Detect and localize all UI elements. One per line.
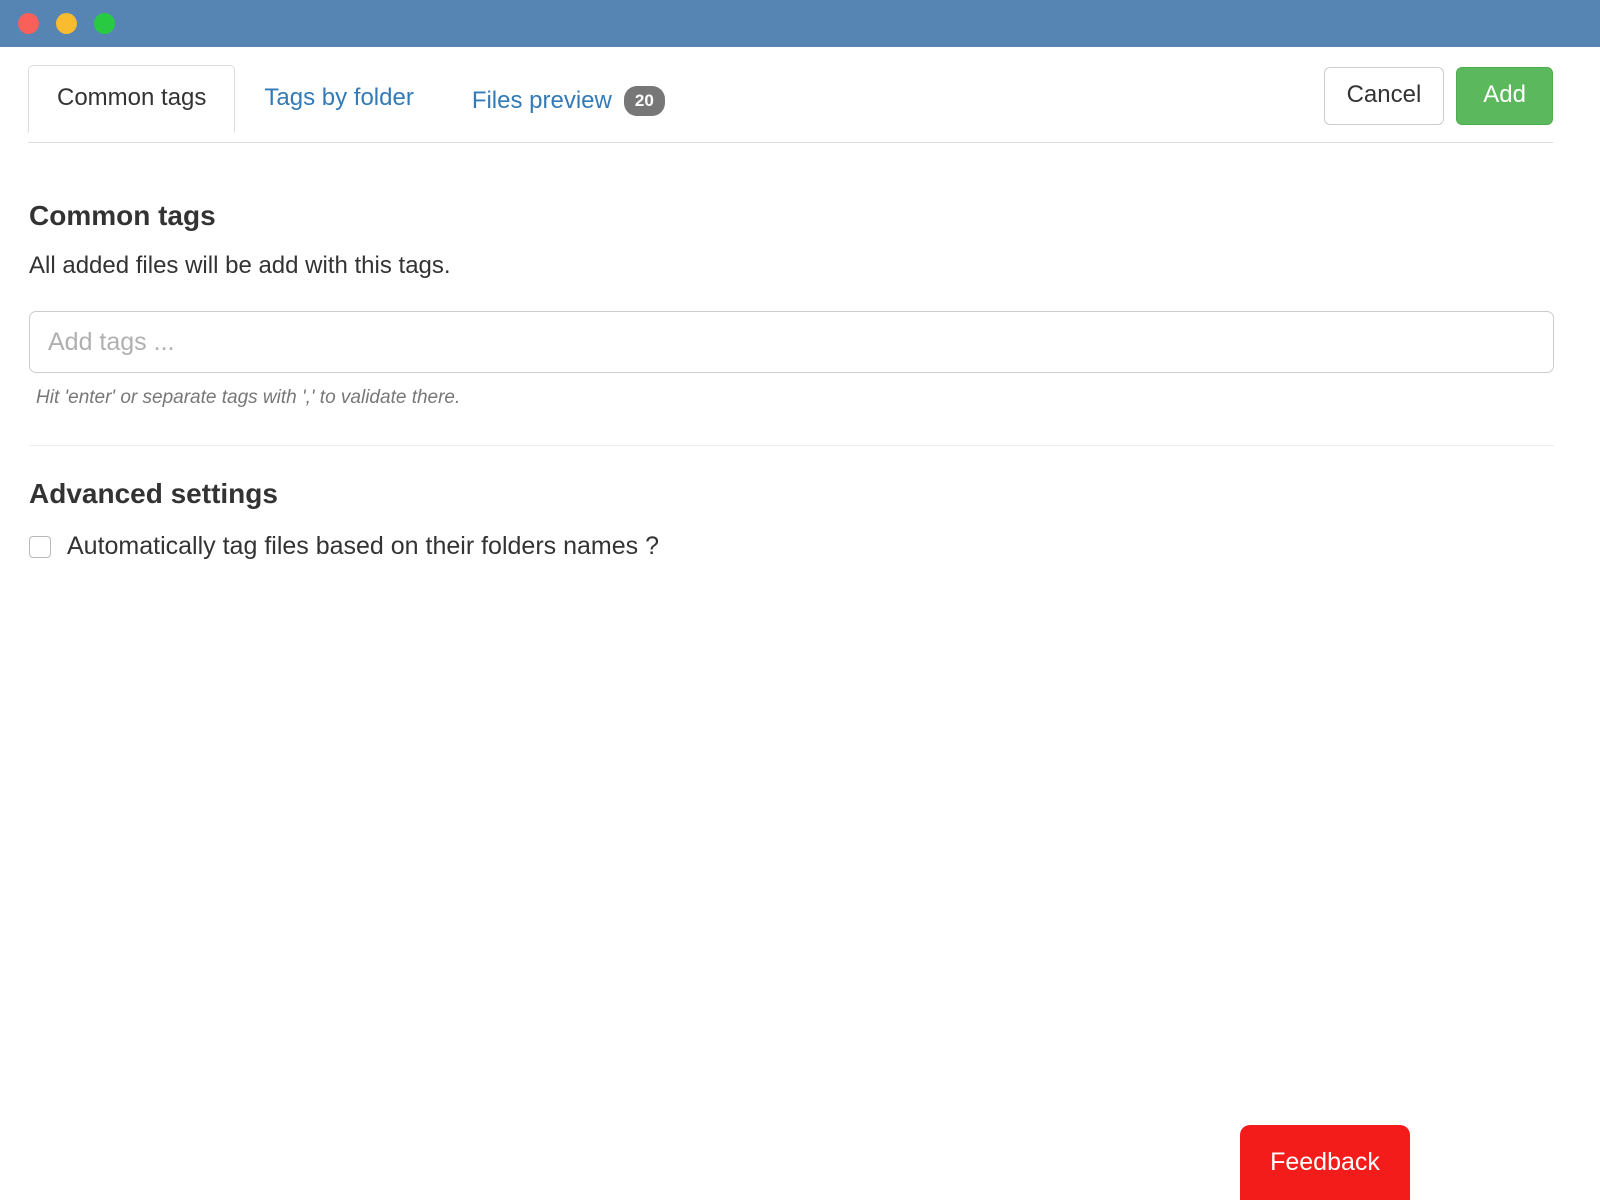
close-window-icon[interactable] [18,13,39,34]
tab-bar-divider [28,142,1553,143]
tab-bar: Common tags Tags by folder Files preview… [0,47,1600,144]
tab-common-tags[interactable]: Common tags [28,65,236,133]
auto-tag-checkbox-row[interactable]: Automatically tag files based on their f… [29,534,659,559]
add-tags-input[interactable] [29,311,1554,373]
tab-common-tags-label: Common tags [57,84,207,111]
tab-files-preview-label: Files preview [471,87,612,114]
header-actions: Cancel Add [1323,67,1553,125]
page-title: Common tags [29,200,216,231]
feedback-button[interactable]: Feedback [1240,1125,1410,1200]
section-divider [29,445,1554,446]
maximize-window-icon[interactable] [94,13,115,34]
advanced-settings-title: Advanced settings [29,478,278,509]
tab-tags-by-folder[interactable]: Tags by folder [235,65,442,133]
traffic-lights [18,13,115,34]
auto-tag-checkbox-label: Automatically tag files based on their f… [67,532,659,560]
tab-files-preview[interactable]: Files preview 20 [443,65,694,139]
cancel-button[interactable]: Cancel [1323,67,1445,125]
section-description: All added files will be add with this ta… [29,252,451,279]
tab-tags-by-folder-label: Tags by folder [264,84,414,111]
tag-input-help-text: Hit 'enter' or separate tags with ',' to… [36,387,461,408]
tab-list: Common tags Tags by folder Files preview… [28,65,694,139]
auto-tag-checkbox[interactable] [29,535,51,558]
add-button[interactable]: Add [1456,67,1553,125]
minimize-window-icon[interactable] [56,13,77,34]
window-titlebar [0,0,1600,47]
files-preview-count-badge: 20 [623,86,665,116]
